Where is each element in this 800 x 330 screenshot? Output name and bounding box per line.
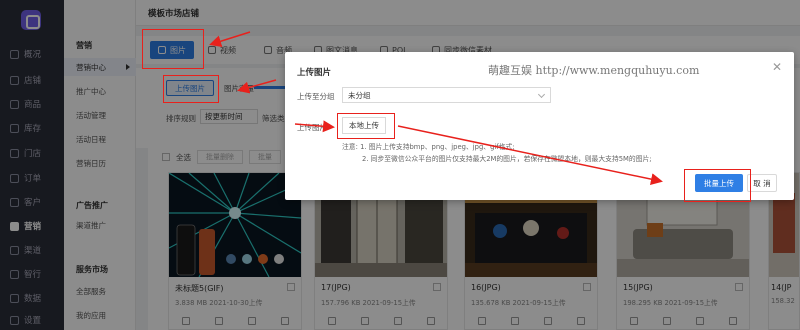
- annotation-arrow: [397, 125, 663, 186]
- annotation-arrow: [294, 120, 335, 133]
- annotation-arrows: [209, 31, 663, 186]
- app-root: 概况 店铺 商品 库存 门店 订单 客户 营销 渠道 智行 数据 设置 营销 营…: [0, 0, 800, 330]
- annotation-arrow: [209, 31, 251, 48]
- annotation-arrow: [237, 79, 277, 94]
